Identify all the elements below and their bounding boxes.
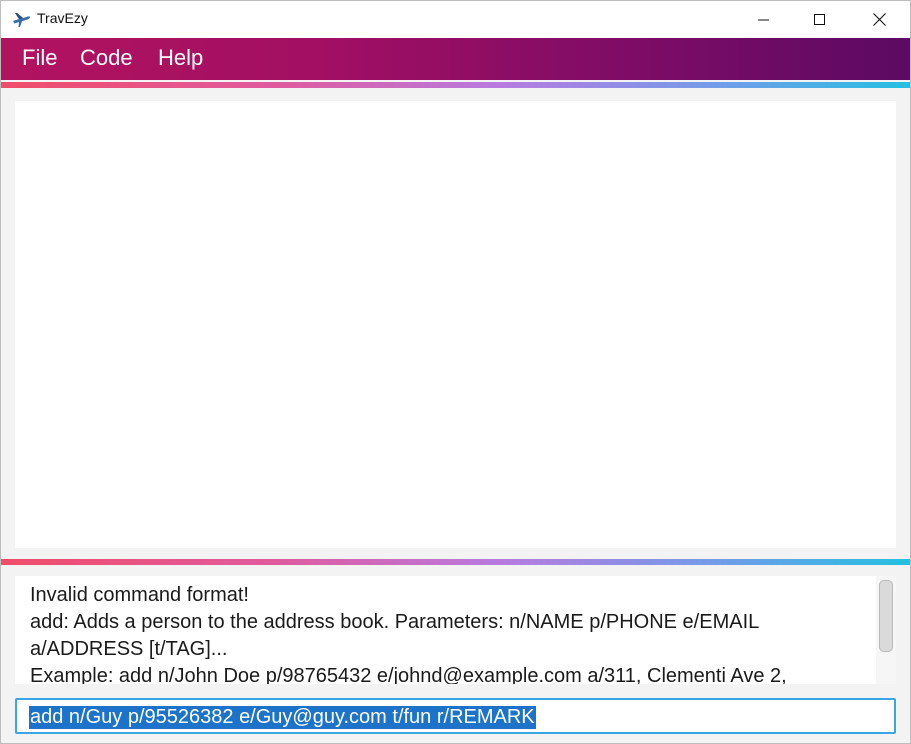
minimize-icon [758,14,770,26]
result-line: add: Adds a person to the address book. … [30,611,765,660]
divider-middle [1,559,910,565]
minimize-button[interactable] [735,1,793,38]
result-text: Invalid command format! add: Adds a perso… [30,582,870,684]
result-scrollbar[interactable] [876,576,896,684]
result-display[interactable]: Invalid command format! add: Adds a perso… [15,576,896,684]
divider-top [1,82,910,88]
person-list-panel[interactable] [15,101,896,548]
result-line: Example: add n/John Doe p/98765432 e/joh… [30,665,787,684]
menu-file[interactable]: File [22,45,57,71]
maximize-icon [814,13,826,26]
menu-code[interactable]: Code [80,45,133,71]
command-box[interactable]: add n/Guy p/95526382 e/Guy@guy.com t/fun… [15,698,896,734]
maximize-button[interactable] [791,1,849,38]
result-line: Invalid command format! [30,584,249,606]
title-bar[interactable]: TravEzy [1,1,910,38]
menu-help[interactable]: Help [158,45,203,71]
menu-bar: File Code Help [1,38,910,80]
close-button[interactable] [850,1,908,38]
scrollbar-thumb[interactable] [879,580,893,652]
command-input[interactable]: add n/Guy p/95526382 e/Guy@guy.com t/fun… [29,706,536,729]
airplane-icon [11,9,31,29]
app-window: TravEzy File Code Help Invalid command f… [0,0,911,744]
window-title: TravEzy [37,10,88,26]
close-icon [872,13,886,26]
